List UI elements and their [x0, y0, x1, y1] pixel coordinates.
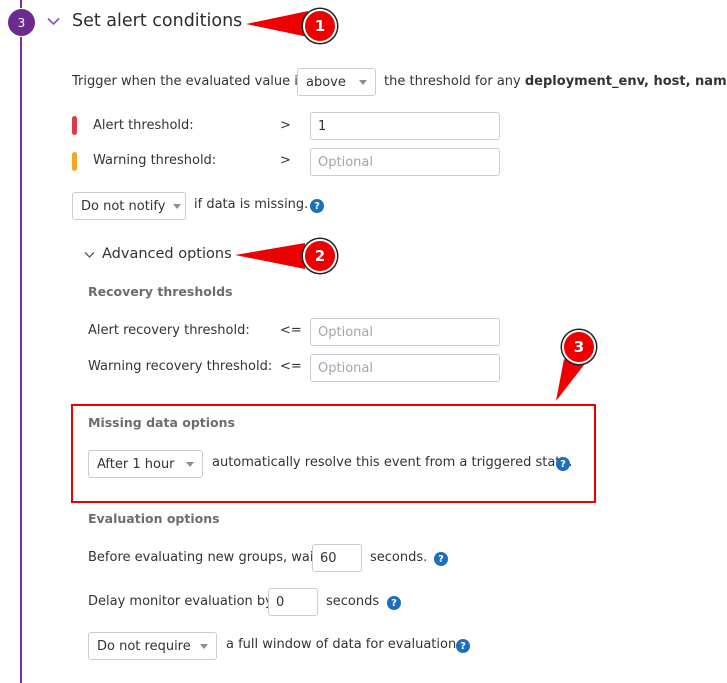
- new-group-delay-prefix: Before evaluating new groups, wait: [88, 550, 319, 565]
- callout-marker-2: 2: [303, 239, 337, 273]
- recovery-thresholds-heading: Recovery thresholds: [88, 284, 233, 299]
- warning-threshold-label: Warning threshold:: [93, 153, 217, 168]
- alert-threshold-label: Alert threshold:: [93, 118, 194, 133]
- alert-threshold-input[interactable]: 1: [310, 112, 500, 140]
- help-icon[interactable]: ?: [387, 596, 401, 610]
- alert-recovery-input[interactable]: Optional: [310, 318, 500, 346]
- help-icon[interactable]: ?: [456, 639, 470, 653]
- new-group-delay-input[interactable]: 60: [312, 544, 362, 572]
- warning-recovery-operator: <=: [280, 359, 302, 374]
- alert-color-bar: [72, 116, 77, 135]
- warning-color-bar: [72, 152, 77, 171]
- warning-threshold-operator: >: [280, 153, 291, 168]
- evaluation-delay-suffix: seconds: [326, 594, 380, 609]
- missing-data-options-heading: Missing data options: [88, 415, 235, 430]
- comparator-select[interactable]: above: [297, 68, 376, 96]
- warning-threshold-input[interactable]: Optional: [310, 148, 500, 176]
- help-icon[interactable]: ?: [434, 552, 448, 566]
- auto-resolve-text: automatically resolve this event from a …: [212, 455, 573, 470]
- caret-down-icon: [173, 203, 182, 209]
- caret-down-icon: [200, 643, 208, 649]
- evaluation-delay-prefix: Delay monitor evaluation by: [88, 594, 273, 609]
- alert-recovery-label: Alert recovery threshold:: [88, 323, 250, 338]
- trigger-suffix: the threshold for any: [384, 74, 521, 89]
- help-icon[interactable]: ?: [310, 199, 324, 213]
- section-title[interactable]: Set alert conditions: [72, 11, 242, 31]
- warning-recovery-input[interactable]: Optional: [310, 354, 500, 382]
- trigger-prefix-text: Trigger when the evaluated value is: [72, 74, 305, 89]
- step-number-badge: 3: [8, 9, 35, 36]
- evaluation-options-heading: Evaluation options: [88, 511, 220, 526]
- caret-down-icon: [186, 461, 194, 467]
- full-window-select[interactable]: Do not require: [88, 632, 217, 660]
- auto-resolve-select[interactable]: After 1 hour: [88, 450, 203, 478]
- chevron-down-icon[interactable]: [47, 17, 60, 26]
- trigger-groups: deployment_env, host, name: [524, 74, 727, 89]
- chevron-down-icon[interactable]: [84, 251, 95, 259]
- step-timeline-line: [20, 0, 22, 8]
- alert-recovery-operator: <=: [280, 323, 302, 338]
- step-timeline-line: [20, 37, 22, 683]
- caret-down-icon: [359, 79, 367, 85]
- alert-threshold-operator: >: [280, 118, 291, 133]
- trigger-suffix-text: the threshold for any deployment_env, ho…: [384, 73, 727, 91]
- evaluation-delay-input[interactable]: 0: [268, 588, 318, 616]
- advanced-options-toggle[interactable]: Advanced options: [102, 245, 232, 263]
- missing-data-notify-value: Do not notify: [81, 198, 166, 214]
- callout-marker-1: 1: [303, 9, 337, 43]
- new-group-delay-suffix: seconds.: [370, 550, 428, 565]
- comparator-select-value: above: [306, 74, 346, 90]
- missing-data-text: if data is missing.: [194, 197, 309, 212]
- warning-recovery-label: Warning recovery threshold:: [88, 359, 273, 374]
- auto-resolve-select-value: After 1 hour: [97, 456, 175, 472]
- missing-data-notify-select[interactable]: Do not notify: [72, 192, 186, 220]
- help-icon[interactable]: ?: [556, 457, 570, 471]
- callout-marker-3: 3: [562, 330, 596, 364]
- full-window-select-value: Do not require: [97, 638, 191, 654]
- full-window-text: a full window of data for evaluation.: [226, 637, 461, 652]
